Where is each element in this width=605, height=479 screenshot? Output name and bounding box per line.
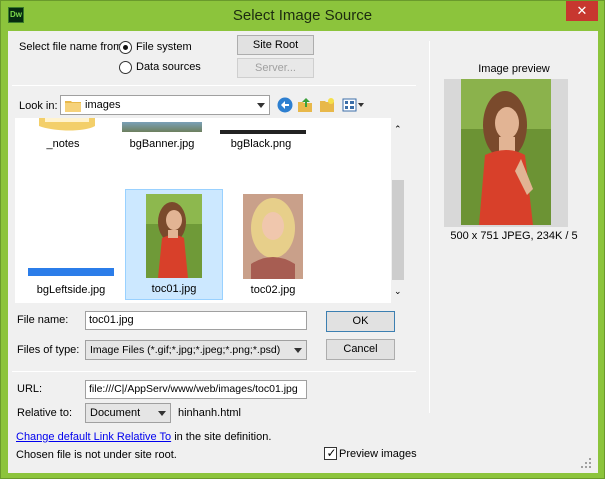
file-tile-toc01[interactable]: toc01.jpg (125, 189, 223, 300)
separator-bottom (12, 371, 416, 372)
file-tile-toc02[interactable]: toc02.jpg (225, 188, 321, 300)
link-row-suffix: in the site definition. (174, 431, 272, 443)
back-icon[interactable] (277, 97, 293, 113)
up-folder-icon[interactable] (297, 97, 313, 113)
ok-button[interactable]: OK (326, 311, 395, 332)
folder-icon (65, 101, 81, 112)
file-tile-bgleftside[interactable]: bgLeftside.jpg (15, 188, 114, 300)
radio-file-system-label[interactable]: File system (136, 41, 192, 53)
relative-page-name: hinhanh.html (178, 407, 241, 419)
view-menu-icon[interactable] (342, 97, 366, 113)
chevron-down-icon (257, 103, 265, 108)
cancel-button[interactable]: Cancel (326, 339, 395, 360)
change-link-relative-link[interactable]: Change default Link Relative To (16, 431, 171, 443)
chevron-down-icon (158, 411, 166, 416)
file-name-label: bgBlack.png (230, 138, 292, 150)
file-name-label: bgLeftside.jpg (36, 284, 106, 296)
toc02-thumbnail (243, 194, 303, 279)
files-of-type-select[interactable]: Image Files (*.gif;*.jpg;*.jpeg;*.png;*.… (85, 340, 307, 360)
preview-images-checkbox[interactable]: ✓ (324, 446, 337, 460)
file-name-label: toc01.jpg (151, 283, 197, 295)
preview-frame (444, 79, 568, 227)
chevron-down-icon (294, 348, 302, 353)
preview-image (461, 79, 551, 225)
folder-icon (39, 118, 95, 131)
scroll-down-icon[interactable]: ⌄ (394, 286, 402, 297)
preview-title: Image preview (478, 63, 550, 75)
file-tile-notes[interactable]: _notes (15, 118, 111, 154)
bgbanner-thumbnail (122, 122, 202, 132)
scroll-up-icon[interactable]: ⌃ (394, 124, 402, 135)
select-from-label: Select file name from: (19, 41, 126, 53)
checkmark-icon: ✓ (326, 446, 337, 460)
separator-top (12, 85, 416, 86)
url-input[interactable]: file:///C|/AppServ/www/web/images/toc01.… (85, 380, 307, 399)
radio-file-system[interactable] (119, 41, 132, 54)
bgblack-thumbnail (220, 130, 306, 134)
relative-to-select[interactable]: Document (85, 403, 171, 423)
file-name-label: bgBanner.jpg (129, 138, 195, 150)
title-bar[interactable]: Dw Select Image Source ✕ (1, 1, 604, 31)
files-of-type-value: Image Files (*.gif;*.jpg;*.jpeg;*.png;*.… (90, 344, 281, 356)
file-name-label: File name: (17, 314, 69, 326)
look-in-value: images (85, 99, 121, 111)
look-in-combo[interactable]: images (60, 95, 270, 115)
close-button[interactable]: ✕ (566, 1, 598, 21)
status-text: Chosen file is not under site root. (16, 449, 177, 461)
preview-separator (429, 41, 430, 413)
file-tile-bgbanner[interactable]: bgBanner.jpg (114, 118, 210, 154)
radio-data-sources[interactable] (119, 61, 132, 74)
site-root-button[interactable]: Site Root (237, 35, 314, 55)
look-in-label: Look in: (19, 100, 58, 112)
preview-info: 500 x 751 JPEG, 234K / 5 (450, 230, 578, 242)
toc01-thumbnail (146, 194, 202, 278)
scroll-thumb[interactable] (392, 180, 404, 280)
resize-grip-icon[interactable] (580, 457, 592, 469)
dialog-title: Select Image Source (232, 7, 373, 24)
file-list[interactable]: _notes bgBanner.jpg bgBlack.png bgLeftsi… (15, 118, 405, 303)
link-row: Change default Link Relative To in the s… (16, 431, 271, 443)
file-name-input[interactable]: toc01.jpg (85, 311, 307, 330)
files-of-type-label: Files of type: (17, 344, 80, 356)
preview-images-label[interactable]: Preview images (339, 448, 417, 460)
dialog-client: Select file name from: File system Data … (8, 31, 598, 473)
file-name-label: toc02.jpg (250, 284, 296, 296)
dialog-window: Dw Select Image Source ✕ Select file nam… (0, 0, 605, 479)
server-button[interactable]: Server... (237, 58, 314, 78)
close-icon: ✕ (576, 3, 588, 18)
relative-to-label: Relative to: (17, 407, 73, 419)
url-label: URL: (17, 383, 43, 395)
file-list-scrollbar[interactable]: ⌃ ⌄ (391, 118, 405, 303)
file-tile-bgblack[interactable]: bgBlack.png (213, 118, 309, 154)
bgleftside-thumbnail (28, 268, 114, 276)
radio-data-sources-label[interactable]: Data sources (136, 61, 201, 73)
file-name-label: _notes (46, 138, 80, 150)
relative-to-value: Document (90, 407, 141, 419)
new-folder-icon[interactable] (319, 97, 335, 113)
